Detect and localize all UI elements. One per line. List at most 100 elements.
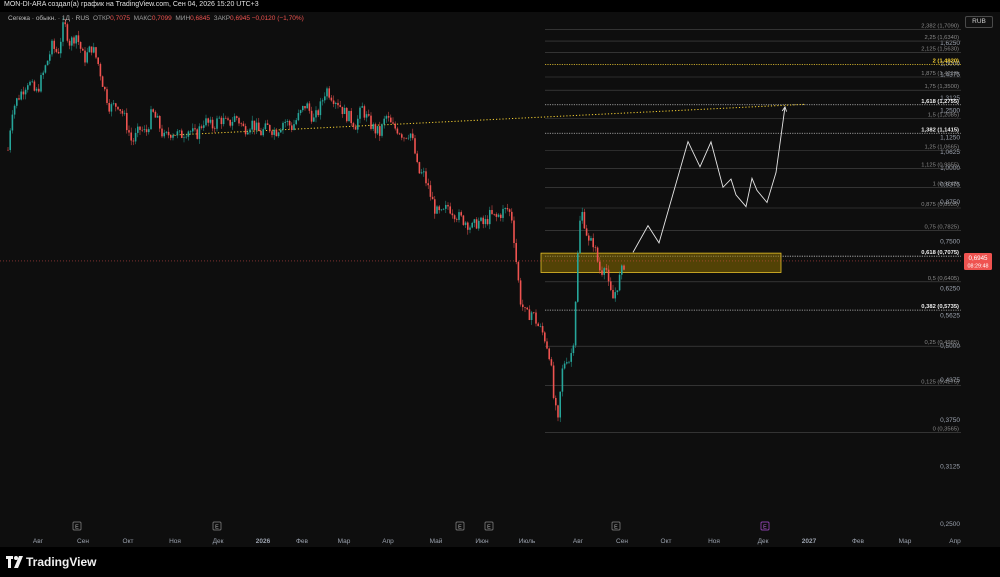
candle-body [482, 217, 484, 225]
candle-body [552, 365, 555, 398]
candle-body [445, 204, 447, 209]
fib-level-label: 0,5 (0,6405) [928, 276, 959, 282]
candle-body [394, 123, 396, 129]
candle-body [159, 116, 161, 129]
candle-body [31, 81, 33, 83]
candle-body [471, 222, 473, 228]
candle-body [53, 40, 55, 49]
candle-body [365, 114, 368, 118]
candle-body [478, 220, 480, 229]
candle-body [491, 210, 493, 214]
candle-body [242, 123, 245, 127]
candle-body [425, 171, 427, 184]
candle-body [55, 48, 58, 52]
candle-body [489, 210, 491, 225]
candle-body [324, 96, 326, 101]
candle-body [178, 130, 181, 132]
candle-body [143, 129, 146, 131]
candle-body [473, 219, 476, 223]
header-caption: MON-DI-ARA создал(а) график на TradingVi… [4, 1, 259, 8]
candle-body [341, 106, 344, 115]
candle-body [73, 37, 75, 44]
candle-body [163, 132, 165, 137]
candle-body [77, 35, 80, 42]
candle-body [409, 133, 412, 138]
candle-body [451, 213, 454, 216]
candle-body [539, 326, 542, 327]
candle-body [511, 211, 513, 221]
candle-body [141, 129, 143, 131]
candle-body [588, 235, 590, 241]
candle-body [244, 126, 247, 135]
candle-body [145, 129, 148, 133]
candle-body [220, 117, 223, 125]
candle-body [183, 137, 185, 138]
y-tick-label: 0,2500 [940, 521, 960, 528]
candle-body [24, 89, 27, 95]
y-tick-label: 0,5625 [940, 313, 960, 320]
candle-body [605, 268, 608, 270]
candle-body [115, 103, 117, 107]
candle-body [249, 129, 251, 133]
candle-body [60, 41, 62, 54]
candle-body [495, 214, 498, 217]
x-tick-label: Фев [296, 538, 309, 545]
candle-body [35, 88, 38, 91]
x-tick-label: Ноя [708, 538, 720, 545]
x-tick-label: Июн [475, 538, 489, 545]
candle-body [368, 114, 370, 116]
candle-body [423, 171, 425, 173]
candle-body [427, 183, 429, 186]
candle-body [84, 50, 86, 63]
candle-body [500, 214, 502, 218]
candle-body [350, 110, 352, 124]
candle-body [557, 405, 559, 418]
price-chart[interactable]: 1,62501,50001,43751,31251,25001,12501,06… [0, 12, 1000, 547]
candle-body [262, 129, 264, 136]
candle-body [392, 122, 394, 124]
candle-body [475, 219, 478, 229]
candle-body [99, 64, 102, 77]
candle-body [407, 137, 410, 139]
candle-body [130, 132, 132, 141]
candle-body [126, 112, 128, 131]
candle-body [154, 111, 157, 118]
candle-body [376, 126, 379, 134]
candle-body [236, 116, 238, 118]
candle-body [541, 326, 544, 333]
candle-body [82, 48, 84, 51]
candle-body [530, 312, 533, 320]
candle-body [233, 116, 236, 122]
candle-body [229, 119, 231, 126]
candle-body [616, 290, 619, 293]
candle-body [317, 110, 319, 116]
y-tick-label: 0,7500 [940, 239, 960, 246]
candle-body [253, 120, 256, 131]
fib-level-label: 0,125 (0,4275) [921, 380, 959, 386]
candle-body [205, 118, 207, 126]
candle-body [524, 307, 526, 308]
candle-body [515, 243, 517, 263]
candle-body [359, 107, 361, 119]
candle-body [429, 185, 432, 197]
candle-body [343, 107, 346, 115]
candle-body [255, 122, 258, 131]
candle-body [231, 121, 234, 126]
candle-body [458, 212, 460, 220]
candle-body [528, 309, 531, 320]
candle-body [335, 102, 337, 104]
candle-body [361, 106, 363, 108]
candle-body [75, 35, 77, 44]
candle-body [352, 123, 355, 127]
candle-body [308, 103, 311, 111]
candle-body [304, 105, 306, 109]
fib-level-label: 0,382 (0,5735) [921, 304, 959, 310]
candle-body [544, 332, 546, 342]
candle-body [68, 40, 71, 46]
fib-level-label: 1 (0,9245) [933, 181, 959, 187]
candle-body [612, 289, 614, 299]
candle-body [207, 118, 209, 123]
x-tick-label: Авг [573, 538, 584, 545]
candle-body [214, 128, 216, 130]
candle-body [310, 110, 313, 122]
